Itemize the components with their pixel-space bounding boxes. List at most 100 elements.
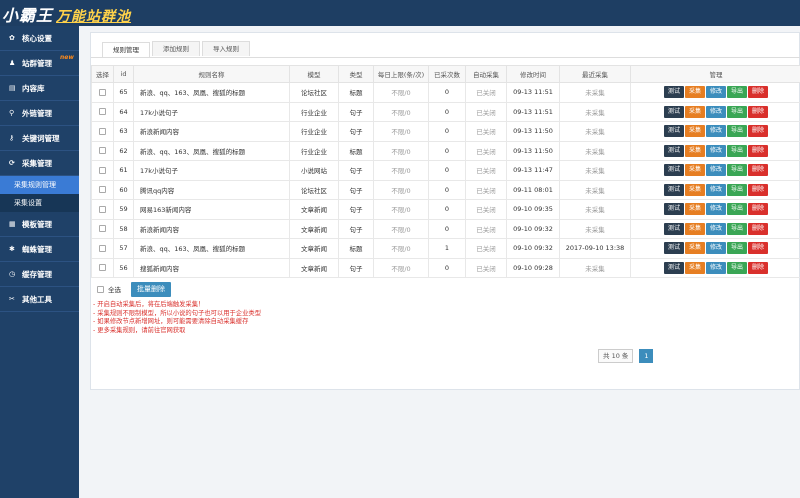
edit-button[interactable]: 修改 — [705, 242, 726, 255]
row-checkbox[interactable] — [99, 186, 106, 194]
delete-button[interactable]: 删除 — [748, 86, 769, 99]
tab-0[interactable]: 规则管理 — [102, 42, 150, 57]
export-button[interactable]: 导出 — [727, 183, 748, 196]
cell-last: 未采集 — [559, 218, 631, 239]
row-actions: 测试 采集 修改 导出 删除 — [630, 218, 800, 239]
test-button[interactable]: 测试 — [663, 86, 684, 99]
collect-button[interactable]: 采集 — [684, 105, 705, 118]
collect-button[interactable]: 采集 — [684, 261, 705, 274]
sidebar-subitem-1[interactable]: 采集设置 — [0, 194, 79, 212]
export-button[interactable]: 导出 — [727, 242, 748, 255]
test-button[interactable]: 测试 — [663, 105, 684, 118]
export-button[interactable]: 导出 — [727, 125, 748, 138]
edit-button[interactable]: 修改 — [705, 183, 726, 196]
sidebar-item-label: 关键词管理 — [22, 133, 60, 143]
export-button[interactable]: 导出 — [727, 105, 748, 118]
delete-button[interactable]: 删除 — [748, 105, 769, 118]
collect-button[interactable]: 采集 — [684, 183, 705, 196]
edit-button[interactable]: 修改 — [705, 105, 726, 118]
row-checkbox[interactable] — [99, 108, 106, 116]
table-row: 60 腾讯qq内容 论坛社区 句子 不限/0 0 已关闭 09-11 08:01 未采集 测试 采集… — [91, 179, 800, 200]
test-button[interactable]: 测试 — [663, 203, 684, 216]
row-checkbox[interactable] — [99, 147, 106, 155]
edit-button[interactable]: 修改 — [705, 203, 726, 216]
column-header: 模型 — [289, 65, 339, 83]
cell-mtime: 09-10 09:32 — [506, 238, 560, 259]
notes: - 开启自动采集后，将在后端触发采集！ - 采集规则不限制模型，所以小说的句子也可… — [93, 301, 261, 335]
sidebar-item-7[interactable]: ✱ 蜘蛛管理 — [0, 237, 79, 262]
row-select-cell — [91, 199, 114, 220]
edit-button[interactable]: 修改 — [705, 86, 726, 99]
edit-button[interactable]: 修改 — [705, 125, 726, 138]
collect-button[interactable]: 采集 — [684, 222, 705, 235]
sidebar-item-label: 核心设置 — [22, 33, 52, 43]
collect-button[interactable]: 采集 — [684, 125, 705, 138]
cell-count: 0 — [428, 199, 466, 220]
cell-limit: 不限/0 — [373, 257, 429, 278]
export-button[interactable]: 导出 — [727, 164, 748, 177]
export-button[interactable]: 导出 — [727, 203, 748, 216]
page-1-button[interactable]: 1 — [639, 349, 654, 363]
sidebar-item-5[interactable]: ⟳ 采集管理 — [0, 151, 79, 176]
table-row: 63 新浪新闻内容 行业企业 句子 不限/0 0 已关闭 09-13 11:50 未采集 测试 采集… — [91, 121, 800, 142]
cell-name: 新浪新闻内容 — [133, 121, 290, 142]
cell-id: 62 — [113, 140, 134, 161]
test-button[interactable]: 测试 — [663, 144, 684, 157]
edit-button[interactable]: 修改 — [705, 164, 726, 177]
collect-button[interactable]: 采集 — [684, 203, 705, 216]
delete-button[interactable]: 删除 — [748, 125, 769, 138]
cell-auto: 已关闭 — [465, 179, 507, 200]
sidebar-item-label: 蜘蛛管理 — [22, 244, 52, 254]
column-header: 管理 — [630, 65, 800, 83]
delete-button[interactable]: 删除 — [748, 164, 769, 177]
edit-button[interactable]: 修改 — [705, 222, 726, 235]
test-button[interactable]: 测试 — [663, 125, 684, 138]
cell-type: 句子 — [338, 179, 374, 200]
test-button[interactable]: 测试 — [663, 183, 684, 196]
sidebar-item-4[interactable]: ⚷ 关键词管理 — [0, 126, 79, 151]
sidebar-item-0[interactable]: ✿ 核心设置 — [0, 26, 79, 51]
pagination: 共 10 条 1 — [598, 349, 654, 363]
edit-button[interactable]: 修改 — [705, 261, 726, 274]
sidebar-item-2[interactable]: ▤ 内容库 — [0, 76, 79, 101]
sidebar-subitem-0[interactable]: 采集规则管理 — [0, 176, 79, 194]
delete-button[interactable]: 删除 — [748, 222, 769, 235]
export-button[interactable]: 导出 — [727, 222, 748, 235]
collect-button[interactable]: 采集 — [684, 242, 705, 255]
delete-button[interactable]: 删除 — [748, 242, 769, 255]
tab-1[interactable]: 添加规则 — [152, 41, 200, 56]
delete-button[interactable]: 删除 — [748, 261, 769, 274]
test-button[interactable]: 测试 — [663, 222, 684, 235]
export-button[interactable]: 导出 — [727, 144, 748, 157]
test-button[interactable]: 测试 — [663, 242, 684, 255]
delete-button[interactable]: 删除 — [748, 203, 769, 216]
spider-icon: ✱ — [9, 245, 15, 253]
delete-button[interactable]: 删除 — [748, 183, 769, 196]
test-button[interactable]: 测试 — [663, 164, 684, 177]
delete-button[interactable]: 删除 — [748, 144, 769, 157]
row-checkbox[interactable] — [99, 166, 106, 174]
collect-button[interactable]: 采集 — [684, 86, 705, 99]
tab-2[interactable]: 导入规则 — [202, 41, 250, 56]
sidebar-item-9[interactable]: ✂ 其他工具 — [0, 287, 79, 312]
row-checkbox[interactable] — [99, 88, 106, 96]
sidebar-item-8[interactable]: ◷ 缓存管理 — [0, 262, 79, 287]
batch-delete-button[interactable]: 批量删除 — [131, 281, 171, 297]
collect-button[interactable]: 采集 — [684, 144, 705, 157]
row-checkbox[interactable] — [99, 244, 106, 252]
collect-button[interactable]: 采集 — [684, 164, 705, 177]
row-checkbox[interactable] — [99, 264, 106, 272]
export-button[interactable]: 导出 — [727, 261, 748, 274]
row-checkbox[interactable] — [99, 205, 106, 213]
export-button[interactable]: 导出 — [727, 86, 748, 99]
column-header: 已采次数 — [428, 65, 466, 83]
test-button[interactable]: 测试 — [663, 261, 684, 274]
row-checkbox[interactable] — [99, 127, 106, 135]
edit-button[interactable]: 修改 — [705, 144, 726, 157]
sidebar-item-3[interactable]: ⚲ 外链管理 — [0, 101, 79, 126]
row-checkbox[interactable] — [99, 225, 106, 233]
sidebar-item-1[interactable]: ♟ 站群管理 new — [0, 51, 79, 76]
select-all-checkbox[interactable] — [97, 285, 104, 293]
sidebar-item-6[interactable]: ▦ 模板管理 — [0, 212, 79, 237]
cell-name: 17k小说句子 — [133, 160, 290, 181]
